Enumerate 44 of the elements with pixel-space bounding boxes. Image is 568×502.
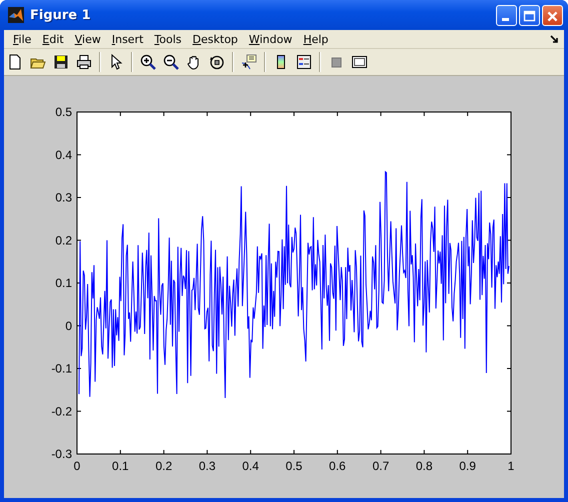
y-tick-label: 0.4 xyxy=(55,148,72,162)
save-icon[interactable] xyxy=(53,54,69,70)
x-tick-label: 0.8 xyxy=(416,459,433,473)
menu-item[interactable]: Desktop xyxy=(188,32,244,46)
x-tick-label: 0.3 xyxy=(198,459,216,473)
x-tick-label: 0.9 xyxy=(459,459,476,473)
y-tick-label: -0.3 xyxy=(51,447,72,461)
menu-item[interactable]: Edit xyxy=(37,32,70,46)
x-tick-label: 0.5 xyxy=(286,459,302,473)
menu-item[interactable]: Tools xyxy=(149,32,188,46)
menu-item[interactable]: View xyxy=(70,32,107,46)
y-tick-label: -0.2 xyxy=(51,404,72,418)
menu-item[interactable]: Window xyxy=(244,32,298,46)
close-button[interactable] xyxy=(542,4,563,26)
x-tick-label: 0 xyxy=(74,459,80,473)
rotate-icon[interactable] xyxy=(209,54,225,70)
print-icon[interactable] xyxy=(76,54,92,70)
app-icon xyxy=(8,7,24,23)
y-tick-label: 0.3 xyxy=(55,190,72,204)
menu-item[interactable]: Help xyxy=(298,32,334,46)
legend-icon[interactable] xyxy=(296,54,312,70)
maximize-button[interactable] xyxy=(519,4,540,26)
x-tick-label: 0.2 xyxy=(155,459,172,473)
minimize-button[interactable] xyxy=(496,4,517,26)
data-cursor-icon[interactable] xyxy=(241,54,257,70)
x-tick-label: 0.6 xyxy=(329,459,346,473)
menu-item[interactable]: File xyxy=(8,32,38,46)
y-tick-label: 0.5 xyxy=(55,105,72,119)
window-title: Figure 1 xyxy=(30,8,92,22)
y-tick-label: -0.1 xyxy=(51,362,72,376)
zoom-in-icon[interactable] xyxy=(140,54,156,70)
y-tick-label: 0 xyxy=(65,318,72,333)
y-tick-label: 0.1 xyxy=(55,276,72,290)
window-icon[interactable] xyxy=(351,54,367,70)
x-tick-label: 0.7 xyxy=(372,459,390,473)
zoom-out-icon[interactable] xyxy=(163,54,179,70)
minimize-icon xyxy=(502,18,509,20)
x-tick-label: 0.4 xyxy=(242,459,259,473)
menu-item[interactable]: Insert xyxy=(106,32,150,46)
x-tick-label: 1 xyxy=(508,459,514,473)
x-tick-label: 0.1 xyxy=(112,459,129,473)
y-tick-label: 0.2 xyxy=(55,233,72,248)
dock-arrow-icon[interactable] xyxy=(550,35,559,44)
new-file-icon[interactable] xyxy=(7,54,23,70)
